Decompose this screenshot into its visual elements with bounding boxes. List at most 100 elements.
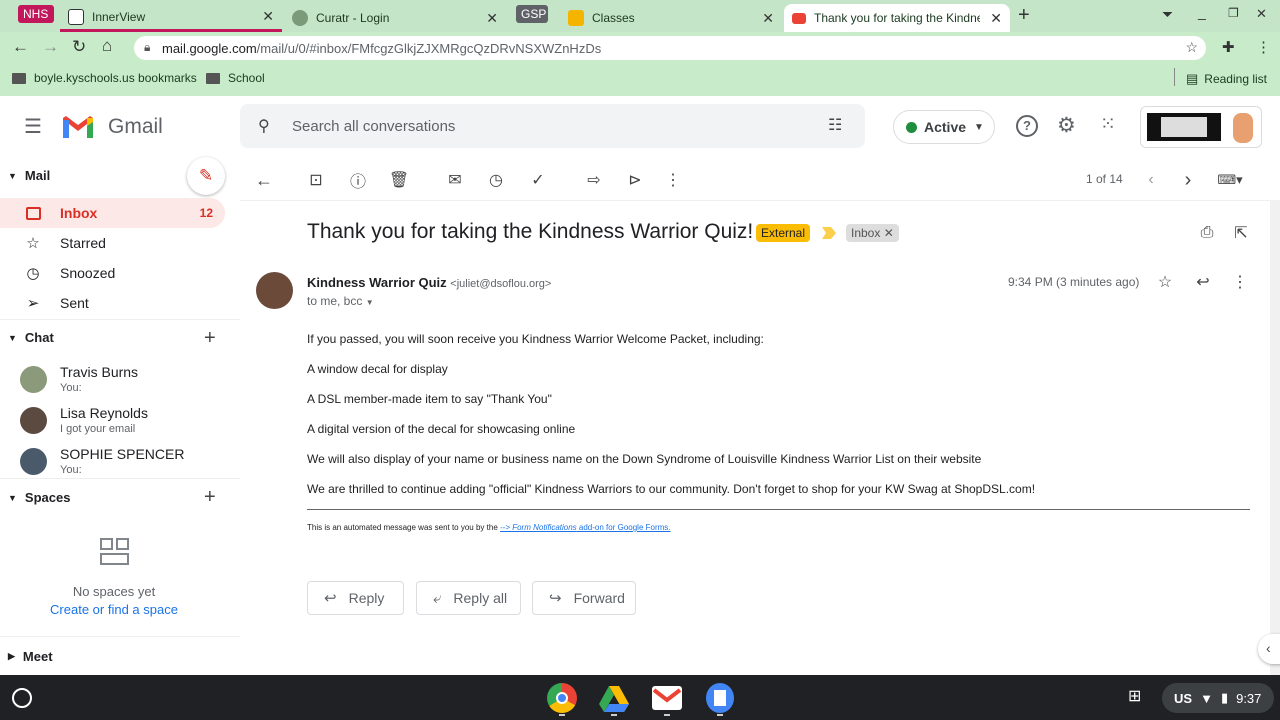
label-icon[interactable]: ⊳ xyxy=(625,170,645,190)
body-line: If you passed, you will soon receive you… xyxy=(307,332,764,346)
tab-group-nhs[interactable]: NHS xyxy=(18,5,54,23)
sidebar-item-starred[interactable]: ☆ Starred xyxy=(0,228,225,258)
chat-item-sophie[interactable]: SOPHIE SPENCER You: xyxy=(20,444,230,476)
mark-unread-icon[interactable]: ✉ xyxy=(445,170,465,190)
remove-label-icon[interactable]: ✕ xyxy=(884,226,894,240)
gmail-favicon-icon xyxy=(792,12,806,24)
search-icon[interactable]: ⚲ xyxy=(258,116,270,136)
chat-section-header[interactable]: ▼ Chat xyxy=(8,330,54,345)
report-spam-icon[interactable]: ⓘ xyxy=(348,170,368,191)
restore-icon[interactable]: ❐ xyxy=(1228,6,1239,20)
home-icon[interactable]: ⌂ xyxy=(102,36,112,56)
bookmark-boyle[interactable]: boyle.kyschools.us bookmarks xyxy=(12,71,197,85)
compose-pencil-icon[interactable]: ✎ xyxy=(187,157,225,195)
chat-item-travis[interactable]: Travis Burns You: xyxy=(20,362,230,402)
open-new-window-icon[interactable]: ⇱ xyxy=(1231,223,1251,243)
tab-search-icon[interactable]: ⏷ xyxy=(1162,6,1173,23)
close-icon[interactable]: ✕ xyxy=(990,10,1002,27)
form-notifications-link[interactable]: --> Form Notifications xyxy=(500,523,577,532)
recipients[interactable]: to me, bcc ▼ xyxy=(307,294,374,308)
reload-icon[interactable]: ↻ xyxy=(72,37,86,57)
search-input[interactable]: ⚲ Search all conversations ☷ xyxy=(240,104,865,148)
holding-space-icon[interactable]: ⊞ xyxy=(1128,686,1141,706)
reply-all-button[interactable]: ⤶ Reply all xyxy=(416,581,521,615)
more-options-icon[interactable]: ⋮ xyxy=(663,170,683,190)
tab-innerview[interactable]: InnerView ✕ xyxy=(60,4,282,32)
hamburger-menu-icon[interactable]: ☰ xyxy=(24,114,42,139)
tab-gmail-active[interactable]: Thank you for taking the Kindne ✕ xyxy=(784,4,1010,32)
launcher-icon[interactable] xyxy=(12,688,32,708)
archive-icon[interactable]: ⊡ xyxy=(306,170,326,190)
reply-icon[interactable]: ↩ xyxy=(1193,272,1213,292)
reply-icon: ↩ xyxy=(324,590,337,607)
close-icon[interactable]: ✕ xyxy=(762,10,774,27)
search-options-icon[interactable]: ☷ xyxy=(828,115,842,135)
gmail-app-icon[interactable] xyxy=(652,686,682,710)
side-panel-toggle-chevron-icon[interactable]: ‹ xyxy=(1258,634,1280,664)
meet-section-header[interactable]: ▶ Meet xyxy=(8,649,53,664)
account-logo[interactable] xyxy=(1140,106,1262,148)
caret-down-icon: ▼ xyxy=(8,492,17,503)
forward-icon[interactable]: → xyxy=(42,37,59,57)
sidebar-item-sent[interactable]: ➢ Sent xyxy=(0,288,225,318)
system-tray[interactable]: US ▼ ▮ 9:37 xyxy=(1162,683,1274,713)
scrollbar[interactable] xyxy=(1270,200,1280,675)
bookmark-star-icon[interactable]: ☆ xyxy=(1185,39,1198,56)
docs-app-icon[interactable] xyxy=(706,683,734,713)
create-space-link[interactable]: Create or find a space xyxy=(0,602,228,617)
help-icon[interactable]: ? xyxy=(1016,115,1038,137)
window-close-icon[interactable]: ✕ xyxy=(1256,6,1267,22)
new-tab-icon[interactable]: + xyxy=(1018,4,1030,27)
apps-grid-icon[interactable]: ⁙ xyxy=(1100,113,1116,136)
new-space-plus-icon[interactable]: + xyxy=(204,486,216,509)
delete-icon[interactable]: 🗑︎ xyxy=(389,170,409,190)
star-icon: ☆ xyxy=(26,235,40,252)
spaces-section-header[interactable]: ▼ Spaces xyxy=(8,490,70,505)
back-icon[interactable]: ← xyxy=(12,37,29,57)
mail-section-header[interactable]: ▼ Mail xyxy=(8,168,50,183)
input-tools-keyboard-icon[interactable]: ⌨▾ xyxy=(1214,170,1246,190)
move-to-icon[interactable]: ⇨ xyxy=(584,170,604,190)
tab-curatr[interactable]: Curatr - Login ✕ xyxy=(284,4,506,32)
drive-app-icon[interactable] xyxy=(599,684,629,712)
more-vert-icon[interactable]: ⋮ xyxy=(1230,272,1250,292)
forward-icon: ↪ xyxy=(549,590,562,607)
settings-gear-icon[interactable]: ⚙ xyxy=(1057,113,1076,138)
back-to-inbox-icon[interactable]: ← xyxy=(254,170,274,190)
reply-button[interactable]: ↩ Reply xyxy=(307,581,404,615)
reply-all-icon: ⤶ xyxy=(433,589,442,607)
folder-icon xyxy=(206,72,220,84)
close-icon[interactable]: ✕ xyxy=(262,8,274,25)
sidebar-item-inbox[interactable]: Inbox 12 xyxy=(0,198,225,228)
snooze-icon[interactable]: ◷ xyxy=(486,170,506,190)
divider xyxy=(307,509,1250,510)
status-active-button[interactable]: Active ▼ xyxy=(893,110,995,144)
star-icon[interactable]: ☆ xyxy=(1155,272,1175,292)
caret-down-icon: ▼ xyxy=(8,332,17,343)
close-icon[interactable]: ✕ xyxy=(486,10,498,27)
classroom-icon xyxy=(568,10,584,26)
body-line: We will also display of your name or bus… xyxy=(307,452,982,466)
minimize-icon[interactable]: _ xyxy=(1198,4,1206,20)
inbox-label-badge: Inbox ✕ xyxy=(846,224,899,242)
avatar xyxy=(20,448,47,475)
chevron-down-icon: ▼ xyxy=(974,121,984,133)
chat-item-lisa[interactable]: Lisa Reynolds I got your email xyxy=(20,403,230,443)
print-icon[interactable]: ⎙ xyxy=(1197,223,1217,243)
gmail-logo-text: Gmail xyxy=(108,115,163,138)
sidebar-item-snoozed[interactable]: ◷ Snoozed xyxy=(0,258,225,288)
bookmark-school[interactable]: School xyxy=(206,71,265,85)
tab-group-gsp[interactable]: GSP xyxy=(516,5,548,23)
newer-chevron-left-icon[interactable]: ‹ xyxy=(1141,170,1161,190)
importance-marker-icon[interactable] xyxy=(822,227,836,239)
add-task-icon[interactable]: ✓ xyxy=(528,170,548,190)
new-chat-plus-icon[interactable]: + xyxy=(204,327,216,350)
menu-icon[interactable]: ⋮ xyxy=(1256,38,1271,56)
tab-classes[interactable]: Classes ✕ xyxy=(560,4,782,32)
forward-button[interactable]: ↪ Forward xyxy=(532,581,636,615)
reading-list-button[interactable]: ▤ Reading list xyxy=(1186,71,1267,87)
extensions-icon[interactable]: ✚ xyxy=(1222,38,1235,56)
older-chevron-right-icon[interactable]: › xyxy=(1178,169,1198,191)
address-bar[interactable]: 🔒︎ mail.google.com/mail/u/0/#inbox/FMfcg… xyxy=(134,36,1206,60)
chrome-app-icon[interactable] xyxy=(547,683,577,713)
